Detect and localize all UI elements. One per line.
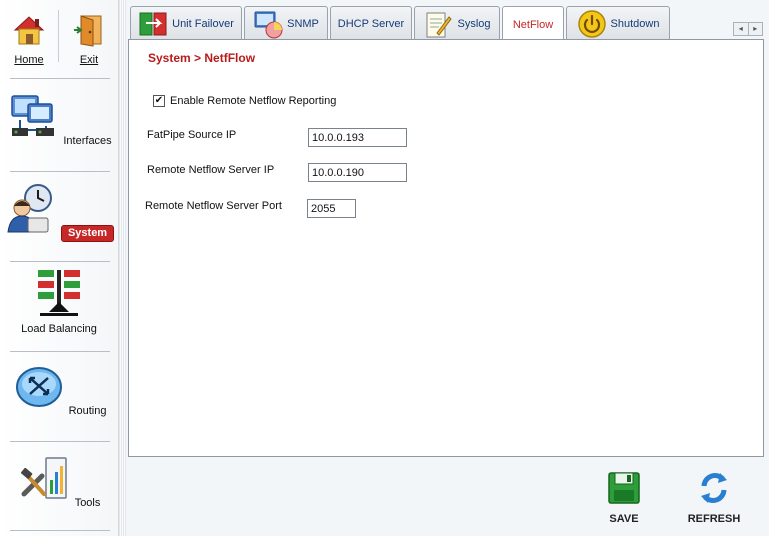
sidebar-item-label: Tools bbox=[74, 497, 101, 509]
tab-label: SNMP bbox=[287, 18, 319, 30]
home-label: Home bbox=[14, 54, 44, 66]
sidebar-splitter[interactable] bbox=[118, 0, 126, 536]
server-port-label: Remote Netflow Server Port bbox=[145, 200, 282, 212]
server-ip-label: Remote Netflow Server IP bbox=[147, 164, 275, 176]
unit-failover-icon bbox=[139, 12, 167, 36]
save-button[interactable]: SAVE bbox=[589, 470, 659, 526]
breadcrumb: System > NetfFlow bbox=[148, 51, 256, 65]
top-divider bbox=[58, 10, 59, 62]
refresh-label: REFRESH bbox=[687, 513, 741, 525]
sidebar-item-label: Load Balancing bbox=[21, 323, 97, 335]
source-ip-input[interactable] bbox=[308, 128, 407, 147]
exit-button[interactable]: Exit bbox=[64, 10, 114, 66]
save-disk-icon bbox=[608, 472, 640, 504]
sidebar-divider bbox=[10, 530, 110, 531]
tab-shutdown[interactable]: Shutdown bbox=[566, 6, 670, 41]
refresh-button[interactable]: REFRESH bbox=[679, 470, 749, 526]
tab-bar: Unit Failover SNMP DHCP Server Syslog Ne… bbox=[128, 4, 769, 42]
tab-dhcp-server[interactable]: DHCP Server bbox=[330, 6, 412, 41]
routing-icon bbox=[15, 367, 62, 407]
sidebar-item-routing[interactable]: Routing bbox=[0, 360, 118, 417]
sidebar-divider bbox=[10, 261, 110, 262]
tab-netflow[interactable]: NetFlow bbox=[502, 6, 564, 42]
syslog-icon bbox=[426, 12, 453, 38]
home-icon bbox=[13, 16, 45, 45]
exit-label: Exit bbox=[79, 54, 99, 66]
sidebar-item-interfaces[interactable]: Interfaces bbox=[0, 90, 118, 147]
tools-icon bbox=[20, 457, 67, 499]
sidebar: Home Exit Interfaces System Load Balanci… bbox=[0, 0, 118, 536]
server-ip-input[interactable] bbox=[308, 163, 407, 182]
enable-netflow-row: ✔ Enable Remote Netflow Reporting bbox=[153, 95, 336, 107]
sidebar-divider bbox=[10, 171, 110, 172]
sidebar-divider bbox=[10, 78, 110, 79]
tab-scroll-left-button[interactable]: ◂ bbox=[734, 23, 748, 35]
refresh-icon bbox=[701, 473, 727, 503]
sidebar-item-label: System bbox=[60, 225, 115, 242]
sidebar-divider bbox=[10, 351, 110, 352]
tab-syslog[interactable]: Syslog bbox=[414, 6, 500, 41]
sidebar-item-system[interactable]: System bbox=[0, 182, 118, 242]
tab-label: Shutdown bbox=[610, 18, 660, 30]
enable-netflow-label: Enable Remote Netflow Reporting bbox=[170, 95, 337, 107]
interfaces-icon bbox=[11, 95, 55, 136]
netflow-panel: System > NetfFlow ✔ Enable Remote Netflo… bbox=[128, 39, 764, 457]
top-buttons: Home Exit bbox=[0, 0, 118, 72]
tab-label: DHCP Server bbox=[337, 18, 405, 30]
sidebar-divider bbox=[10, 441, 110, 442]
sidebar-item-label: Interfaces bbox=[63, 135, 112, 147]
home-button[interactable]: Home bbox=[4, 10, 54, 66]
power-icon bbox=[577, 10, 606, 38]
sidebar-item-tools[interactable]: Tools bbox=[0, 452, 118, 509]
tab-label: NetFlow bbox=[512, 18, 554, 31]
save-label: SAVE bbox=[609, 513, 639, 525]
source-ip-label: FatPipe Source IP bbox=[147, 129, 237, 141]
tab-label: Unit Failover bbox=[172, 18, 234, 30]
snmp-icon bbox=[254, 11, 283, 39]
tab-label: Syslog bbox=[457, 18, 491, 30]
server-port-input[interactable] bbox=[307, 199, 356, 218]
load-balancing-icon bbox=[38, 270, 80, 316]
tab-snmp[interactable]: SNMP bbox=[244, 6, 328, 41]
enable-netflow-checkbox[interactable]: ✔ bbox=[153, 95, 165, 107]
tab-scroll-control: ◂ ▸ bbox=[733, 22, 763, 36]
tab-scroll-right-button[interactable]: ▸ bbox=[747, 23, 763, 35]
exit-door-icon bbox=[74, 15, 102, 47]
system-icon bbox=[7, 184, 52, 233]
sidebar-item-load-balancing[interactable]: Load Balancing bbox=[0, 266, 118, 335]
sidebar-item-label: Routing bbox=[68, 405, 107, 417]
tab-unit-failover[interactable]: Unit Failover bbox=[130, 6, 242, 41]
